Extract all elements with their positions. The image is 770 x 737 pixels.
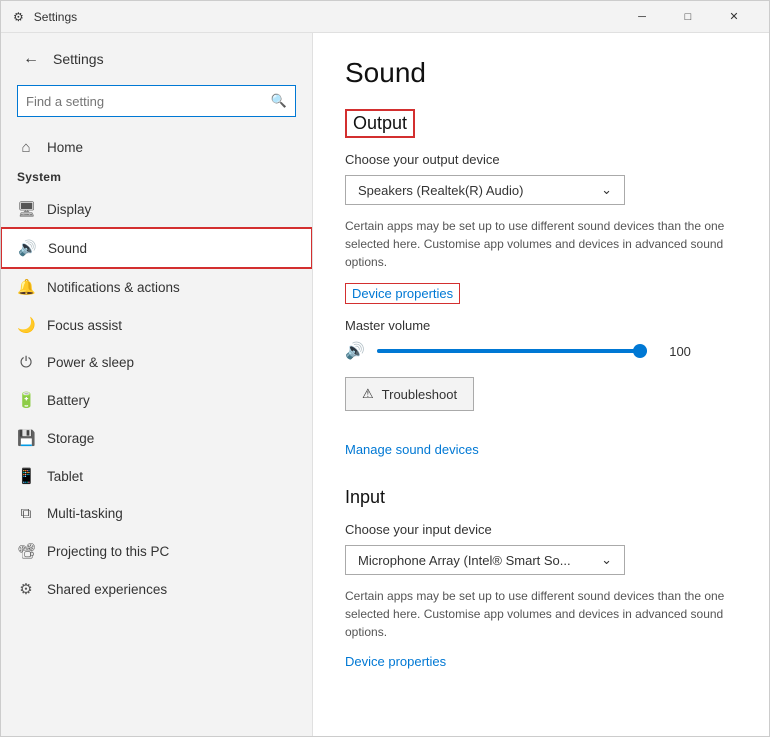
sidebar-item-home[interactable]: ⌂ Home: [1, 129, 312, 166]
input-device-properties-link[interactable]: Device properties: [345, 654, 446, 669]
sidebar-item-focus-assist[interactable]: 🌙 Focus assist: [1, 306, 312, 344]
volume-value: 100: [659, 344, 691, 359]
input-device-value: Microphone Array (Intel® Smart So...: [358, 553, 571, 568]
sidebar-item-label-shared: Shared experiences: [47, 582, 167, 597]
sidebar-item-label-battery: Battery: [47, 393, 90, 408]
focus-assist-icon: 🌙: [17, 316, 35, 334]
sidebar-item-label-power-sleep: Power & sleep: [47, 355, 134, 370]
volume-row: 🔊 100: [345, 341, 737, 361]
titlebar: ⚙ Settings ─ □ ✕: [1, 1, 769, 33]
sidebar-app-title: Settings: [53, 51, 104, 67]
maximize-button[interactable]: □: [665, 1, 711, 33]
sidebar-item-storage[interactable]: 💾 Storage: [1, 419, 312, 457]
warning-icon: ⚠: [362, 386, 374, 402]
sidebar-item-power-sleep[interactable]: ⏻ Power & sleep: [1, 344, 312, 381]
input-device-label: Choose your input device: [345, 522, 737, 537]
titlebar-title: Settings: [34, 10, 77, 24]
manage-sound-devices-link[interactable]: Manage sound devices: [345, 442, 479, 457]
output-device-value: Speakers (Realtek(R) Audio): [358, 183, 523, 198]
titlebar-left: ⚙ Settings: [13, 10, 77, 24]
output-device-dropdown[interactable]: Speakers (Realtek(R) Audio) ⌄: [345, 175, 625, 205]
output-device-label: Choose your output device: [345, 152, 737, 167]
sidebar-item-display[interactable]: 🖥 Display: [1, 190, 312, 228]
chevron-down-icon-input: ⌄: [601, 552, 612, 568]
volume-slider[interactable]: [377, 341, 647, 361]
sidebar: ← Settings 🔍 ⌂ Home System 🖥 Display 🔊 S…: [1, 33, 313, 736]
output-info-text: Certain apps may be set up to use differ…: [345, 217, 735, 271]
search-input[interactable]: [26, 94, 271, 109]
display-icon: 🖥: [17, 200, 35, 218]
chevron-down-icon: ⌄: [601, 182, 612, 198]
input-section: Input Choose your input device Microphon…: [345, 487, 737, 683]
projecting-icon: 📽: [17, 542, 35, 560]
shared-icon: ⚙: [17, 580, 35, 598]
volume-track: [377, 349, 647, 353]
sidebar-item-shared[interactable]: ⚙ Shared experiences: [1, 570, 312, 608]
back-button[interactable]: ←: [17, 45, 45, 73]
sidebar-item-label-focus-assist: Focus assist: [47, 318, 122, 333]
sidebar-item-multitasking[interactable]: ⧉ Multi-tasking: [1, 495, 312, 532]
home-icon: ⌂: [17, 139, 35, 156]
sidebar-item-label-tablet: Tablet: [47, 469, 83, 484]
sidebar-item-projecting[interactable]: 📽 Projecting to this PC: [1, 532, 312, 570]
sidebar-item-label-home: Home: [47, 140, 83, 155]
power-sleep-icon: ⏻: [17, 354, 35, 371]
volume-icon: 🔊: [345, 341, 365, 361]
main-content: Sound Output Choose your output device S…: [313, 33, 769, 736]
troubleshoot-button[interactable]: ⚠ Troubleshoot: [345, 377, 474, 411]
sidebar-item-label-sound: Sound: [48, 241, 87, 256]
close-button[interactable]: ✕: [711, 1, 757, 33]
master-volume-label: Master volume: [345, 318, 737, 333]
multitasking-icon: ⧉: [17, 505, 35, 522]
output-section: Output Choose your output device Speaker…: [345, 109, 737, 471]
sidebar-item-notifications[interactable]: 🔔 Notifications & actions: [1, 268, 312, 306]
sidebar-item-label-projecting: Projecting to this PC: [47, 544, 169, 559]
input-device-dropdown[interactable]: Microphone Array (Intel® Smart So... ⌄: [345, 545, 625, 575]
minimize-button[interactable]: ─: [619, 1, 665, 33]
battery-icon: 🔋: [17, 391, 35, 409]
device-properties-link[interactable]: Device properties: [345, 283, 460, 304]
sidebar-item-tablet[interactable]: 📱 Tablet: [1, 457, 312, 495]
input-info-text: Certain apps may be set up to use differ…: [345, 587, 735, 641]
troubleshoot-label: Troubleshoot: [382, 387, 457, 402]
settings-window: ⚙ Settings ─ □ ✕ ← Settings 🔍 ⌂ Home: [0, 0, 770, 737]
sound-icon: 🔊: [18, 239, 36, 257]
output-header: Output: [345, 109, 415, 138]
notifications-icon: 🔔: [17, 278, 35, 296]
settings-icon: ⚙: [13, 10, 24, 24]
search-icon: 🔍: [271, 93, 287, 109]
storage-icon: 💾: [17, 429, 35, 447]
window-content: ← Settings 🔍 ⌂ Home System 🖥 Display 🔊 S…: [1, 33, 769, 736]
sidebar-section-system: System: [1, 166, 312, 190]
sidebar-item-label-multitasking: Multi-tasking: [47, 506, 123, 521]
search-box[interactable]: 🔍: [17, 85, 296, 117]
input-header: Input: [345, 487, 737, 508]
sidebar-item-battery[interactable]: 🔋 Battery: [1, 381, 312, 419]
tablet-icon: 📱: [17, 467, 35, 485]
sidebar-item-label-storage: Storage: [47, 431, 94, 446]
page-title: Sound: [345, 57, 737, 89]
sidebar-item-sound[interactable]: 🔊 Sound: [1, 228, 312, 268]
volume-fill: [377, 349, 647, 353]
sidebar-item-label-notifications: Notifications & actions: [47, 280, 180, 295]
volume-thumb[interactable]: [633, 344, 647, 358]
sidebar-item-label-display: Display: [47, 202, 91, 217]
titlebar-controls: ─ □ ✕: [619, 1, 757, 33]
sidebar-nav-top: ← Settings: [1, 33, 312, 81]
